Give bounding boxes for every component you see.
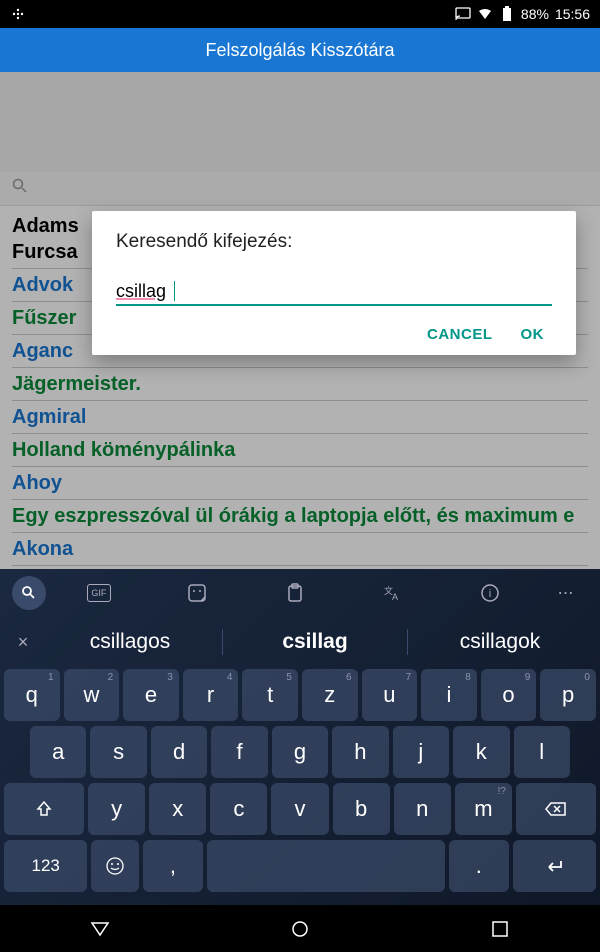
more-icon[interactable]: ⋯ bbox=[543, 583, 588, 603]
key-v[interactable]: v bbox=[271, 783, 328, 835]
key-z[interactable]: z6 bbox=[302, 669, 358, 721]
dialog-input-wrap[interactable]: csillag bbox=[116, 281, 552, 306]
key-123[interactable]: 123 bbox=[4, 840, 87, 892]
nav-back-icon[interactable] bbox=[80, 909, 120, 949]
key-.[interactable]: . bbox=[449, 840, 509, 892]
suggestion-2[interactable]: csillag bbox=[223, 630, 407, 654]
search-input[interactable]: csillag bbox=[116, 281, 166, 301]
cancel-button[interactable]: CANCEL bbox=[427, 326, 493, 343]
key-x[interactable]: x bbox=[149, 783, 206, 835]
sticker-icon[interactable] bbox=[152, 583, 242, 603]
svg-text:A: A bbox=[392, 592, 398, 602]
key-s[interactable]: s bbox=[90, 726, 146, 778]
key-p[interactable]: p0 bbox=[540, 669, 596, 721]
space-key[interactable] bbox=[207, 840, 445, 892]
text-cursor bbox=[174, 281, 175, 301]
svg-text:i: i bbox=[489, 588, 491, 600]
key-,[interactable]: , bbox=[143, 840, 203, 892]
key-y[interactable]: y bbox=[88, 783, 145, 835]
key-u[interactable]: u7 bbox=[362, 669, 418, 721]
clipboard-icon[interactable] bbox=[250, 583, 340, 603]
keyboard-toolbar: GIF 文A i ⋯ bbox=[0, 569, 600, 617]
suggestion-bar: × csillagos csillag csillagok bbox=[0, 617, 600, 667]
status-bar: 88% 15:56 bbox=[0, 0, 600, 28]
navigation-bar bbox=[0, 905, 600, 952]
key-w[interactable]: w2 bbox=[64, 669, 120, 721]
key-r[interactable]: r4 bbox=[183, 669, 239, 721]
key-t[interactable]: t5 bbox=[242, 669, 298, 721]
key-g[interactable]: g bbox=[272, 726, 328, 778]
clock: 15:56 bbox=[555, 6, 590, 22]
key-j[interactable]: j bbox=[393, 726, 449, 778]
shift-key[interactable] bbox=[4, 783, 84, 835]
gif-icon[interactable]: GIF bbox=[54, 584, 144, 602]
key-i[interactable]: i8 bbox=[421, 669, 477, 721]
key-h[interactable]: h bbox=[332, 726, 388, 778]
keyboard-rows: q1w2e3r4t5z6u7i8o9p0 asdfghjkl yxcvbnm!?… bbox=[0, 667, 600, 899]
ok-button[interactable]: OK bbox=[521, 326, 545, 343]
wifi-icon bbox=[477, 6, 493, 22]
battery-percent: 88% bbox=[521, 6, 549, 22]
translate-icon[interactable]: 文A bbox=[347, 584, 437, 602]
key-b[interactable]: b bbox=[333, 783, 390, 835]
nav-recent-icon[interactable] bbox=[480, 909, 520, 949]
cast-icon bbox=[455, 6, 471, 22]
app-header: Felszolgálás Kisszótára bbox=[0, 28, 600, 72]
page-title: Felszolgálás Kisszótára bbox=[205, 40, 394, 61]
key-e[interactable]: e3 bbox=[123, 669, 179, 721]
key-a[interactable]: a bbox=[30, 726, 86, 778]
key-n[interactable]: n bbox=[394, 783, 451, 835]
enter-key[interactable] bbox=[513, 840, 596, 892]
key-q[interactable]: q1 bbox=[4, 669, 60, 721]
key-d[interactable]: d bbox=[151, 726, 207, 778]
key-m[interactable]: m!? bbox=[455, 783, 512, 835]
suggestion-3[interactable]: csillagok bbox=[408, 630, 592, 654]
emoji-key[interactable] bbox=[91, 840, 139, 892]
search-dialog: Keresendő kifejezés: csillag CANCEL OK bbox=[92, 211, 576, 355]
key-k[interactable]: k bbox=[453, 726, 509, 778]
suggestion-1[interactable]: csillagos bbox=[38, 630, 222, 654]
backspace-key[interactable] bbox=[516, 783, 596, 835]
keyboard: GIF 文A i ⋯ × csillagos csillag csillagok… bbox=[0, 569, 600, 905]
key-l[interactable]: l bbox=[514, 726, 570, 778]
nav-home-icon[interactable] bbox=[280, 909, 320, 949]
info-icon[interactable]: i bbox=[445, 583, 535, 603]
close-suggestions-icon[interactable]: × bbox=[8, 632, 38, 653]
key-c[interactable]: c bbox=[210, 783, 267, 835]
key-o[interactable]: o9 bbox=[481, 669, 537, 721]
battery-icon bbox=[499, 6, 515, 22]
kb-search-icon[interactable] bbox=[12, 576, 46, 610]
key-f[interactable]: f bbox=[211, 726, 267, 778]
dialog-title: Keresendő kifejezés: bbox=[116, 231, 552, 253]
app-indicator-icon bbox=[10, 6, 26, 22]
